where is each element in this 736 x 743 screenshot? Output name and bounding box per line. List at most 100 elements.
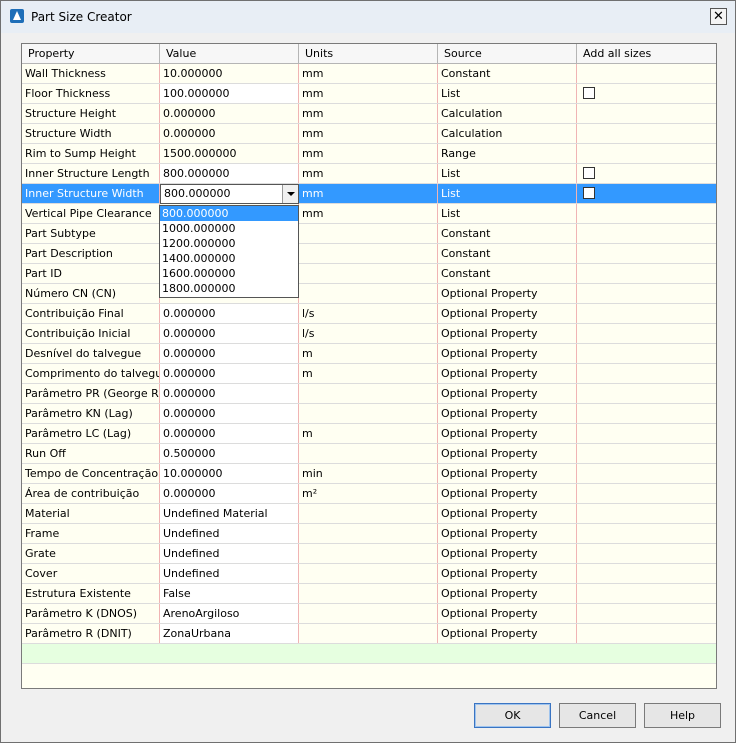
table-row[interactable]: Part Description Constant xyxy=(22,244,716,264)
property-cell: Área de contribuição xyxy=(22,484,160,503)
value-cell[interactable]: 0.000000 xyxy=(160,344,299,363)
units-cell xyxy=(299,284,438,303)
column-header-source[interactable]: Source xyxy=(438,44,577,63)
dropdown-option[interactable]: 1000.000000 xyxy=(160,221,298,236)
add-all-sizes-checkbox[interactable] xyxy=(583,87,595,99)
table-row[interactable]: Parâmetro K (DNOS) ArenoArgiloso Optional … xyxy=(22,604,716,624)
add-all-sizes-checkbox[interactable] xyxy=(583,167,595,179)
property-cell: Vertical Pipe Clearance xyxy=(22,204,160,223)
dropdown-option[interactable]: 800.000000 xyxy=(160,206,298,221)
table-row[interactable]: Parâmetro LC (Lag) 0.000000 m Optional Prop… xyxy=(22,424,716,444)
column-header-value[interactable]: Value xyxy=(160,44,299,63)
value-cell[interactable]: Undefined xyxy=(160,544,299,563)
table-row[interactable]: Run Off 0.500000 Optional Property xyxy=(22,444,716,464)
column-header-property[interactable]: Property xyxy=(22,44,160,63)
table-row[interactable]: Parâmetro PR (George Ribeiro)0.000000 Opt… xyxy=(22,384,716,404)
table-row[interactable]: Inner Structure Length 800.000000 mm List xyxy=(22,164,716,184)
table-row[interactable]: Floor Thickness 100.000000 mm List xyxy=(22,84,716,104)
property-cell: Part Description xyxy=(22,244,160,263)
table-row[interactable]: Comprimento do talvegue 0.000000 m Optional… xyxy=(22,364,716,384)
property-cell: Parâmetro K (DNOS) xyxy=(22,604,160,623)
value-cell[interactable]: Undefined xyxy=(160,564,299,583)
value-cell[interactable]: 0.000000 xyxy=(160,364,299,383)
add-all-sizes-cell xyxy=(577,544,716,563)
source-cell: Optional Property xyxy=(438,464,577,483)
value-cell[interactable]: False xyxy=(160,584,299,603)
property-cell: Estrutura Existente xyxy=(22,584,160,603)
value-cell[interactable]: 0.500000 xyxy=(160,444,299,463)
table-row[interactable]: Contribuição Inicial 0.000000 l/s Optional … xyxy=(22,324,716,344)
title-bar[interactable]: Part Size Creator ✕ xyxy=(1,1,735,33)
table-row[interactable]: Grate Undefined Optional Property xyxy=(22,544,716,564)
value-cell[interactable]: ZonaUrbana xyxy=(160,624,299,643)
table-row[interactable]: Structure Width 0.000000 mm Calculation xyxy=(22,124,716,144)
value-cell[interactable]: 100.000000 xyxy=(160,84,299,103)
table-row[interactable]: Inner Structure Width 800.000000 mm List xyxy=(22,184,716,204)
value-cell[interactable]: 0.000000 xyxy=(160,304,299,323)
units-cell xyxy=(299,404,438,423)
value-cell[interactable]: 0.000000 xyxy=(160,324,299,343)
table-row[interactable]: Estrutura Existente False Optional Propert… xyxy=(22,584,716,604)
table-row[interactable]: Desnível do talvegue 0.000000 m Optional Pr… xyxy=(22,344,716,364)
value-cell[interactable]: ArenoArgiloso xyxy=(160,604,299,623)
table-row[interactable]: Cover Undefined Optional Property xyxy=(22,564,716,584)
close-button[interactable]: ✕ xyxy=(710,8,727,25)
value-combo[interactable]: 800.000000 xyxy=(160,184,299,204)
column-header-units[interactable]: Units xyxy=(299,44,438,63)
source-cell: Optional Property xyxy=(438,444,577,463)
add-all-sizes-cell xyxy=(577,384,716,403)
chevron-down-icon xyxy=(286,192,295,196)
source-cell: Optional Property xyxy=(438,404,577,423)
units-cell xyxy=(299,244,438,263)
table-row[interactable]: Frame Undefined Optional Property xyxy=(22,524,716,544)
value-dropdown-list[interactable]: 800.000000 1000.000000 1200.000000 1400.000… xyxy=(159,205,299,298)
add-all-sizes-cell[interactable] xyxy=(577,184,716,203)
source-cell: Constant xyxy=(438,264,577,283)
source-cell: Optional Property xyxy=(438,364,577,383)
units-cell: m xyxy=(299,424,438,443)
table-row[interactable]: Tempo de Concentração 10.000000 min Optiona… xyxy=(22,464,716,484)
value-cell[interactable]: 0.000000 xyxy=(160,484,299,503)
units-cell: mm xyxy=(299,144,438,163)
dropdown-option[interactable]: 1400.000000 xyxy=(160,251,298,266)
dropdown-button[interactable] xyxy=(282,185,298,203)
value-cell[interactable]: Undefined Material xyxy=(160,504,299,523)
dropdown-option[interactable]: 1200.000000 xyxy=(160,236,298,251)
table-row[interactable]: Structure Height 0.000000 mm Calculation xyxy=(22,104,716,124)
value-cell[interactable]: 10.000000 xyxy=(160,464,299,483)
value-cell[interactable]: 0.000000 xyxy=(160,384,299,403)
property-cell: Número CN (CN) xyxy=(22,284,160,303)
property-cell: Wall Thickness xyxy=(22,64,160,83)
add-all-sizes-cell xyxy=(577,404,716,423)
add-all-sizes-cell xyxy=(577,364,716,383)
value-cell[interactable]: 0.000000 xyxy=(160,404,299,423)
ok-button[interactable]: OK xyxy=(474,703,551,728)
table-row[interactable]: Part Subtype Constant xyxy=(22,224,716,244)
value-cell[interactable]: 800.000000 xyxy=(160,164,299,183)
table-row[interactable]: Part ID Constant xyxy=(22,264,716,284)
table-row[interactable]: Vertical Pipe Clearance mm List xyxy=(22,204,716,224)
units-cell xyxy=(299,504,438,523)
property-cell: Frame xyxy=(22,524,160,543)
value-cell[interactable]: 0.000000 xyxy=(160,424,299,443)
table-row[interactable]: Parâmetro KN (Lag) 0.000000 Optional Prope… xyxy=(22,404,716,424)
add-all-sizes-checkbox[interactable] xyxy=(583,187,595,199)
table-row[interactable]: Número CN (CN) Optional Property xyxy=(22,284,716,304)
value-cell[interactable]: Undefined xyxy=(160,524,299,543)
help-button[interactable]: Help xyxy=(644,703,721,728)
property-cell: Parâmetro LC (Lag) xyxy=(22,424,160,443)
table-row[interactable]: Wall Thickness 10.000000 mm Constant xyxy=(22,64,716,84)
add-all-sizes-cell[interactable] xyxy=(577,84,716,103)
table-row[interactable]: Rim to Sump Height 1500.000000 mm Range xyxy=(22,144,716,164)
cancel-button[interactable]: Cancel xyxy=(559,703,636,728)
table-row[interactable]: Material Undefined Material Optional Prope… xyxy=(22,504,716,524)
table-row[interactable]: Contribuição Final 0.000000 l/s Optional Pr… xyxy=(22,304,716,324)
table-row[interactable]: Parâmetro R (DNIT) ZonaUrbana Optional Pro… xyxy=(22,624,716,644)
add-all-sizes-cell[interactable] xyxy=(577,164,716,183)
dropdown-option[interactable]: 1600.000000 xyxy=(160,266,298,281)
source-cell: Constant xyxy=(438,64,577,83)
units-cell: mm xyxy=(299,124,438,143)
column-header-add-all-sizes[interactable]: Add all sizes xyxy=(577,44,716,63)
table-row[interactable]: Área de contribuição 0.000000 m² Optional P… xyxy=(22,484,716,504)
dropdown-option[interactable]: 1800.000000 xyxy=(160,281,298,296)
